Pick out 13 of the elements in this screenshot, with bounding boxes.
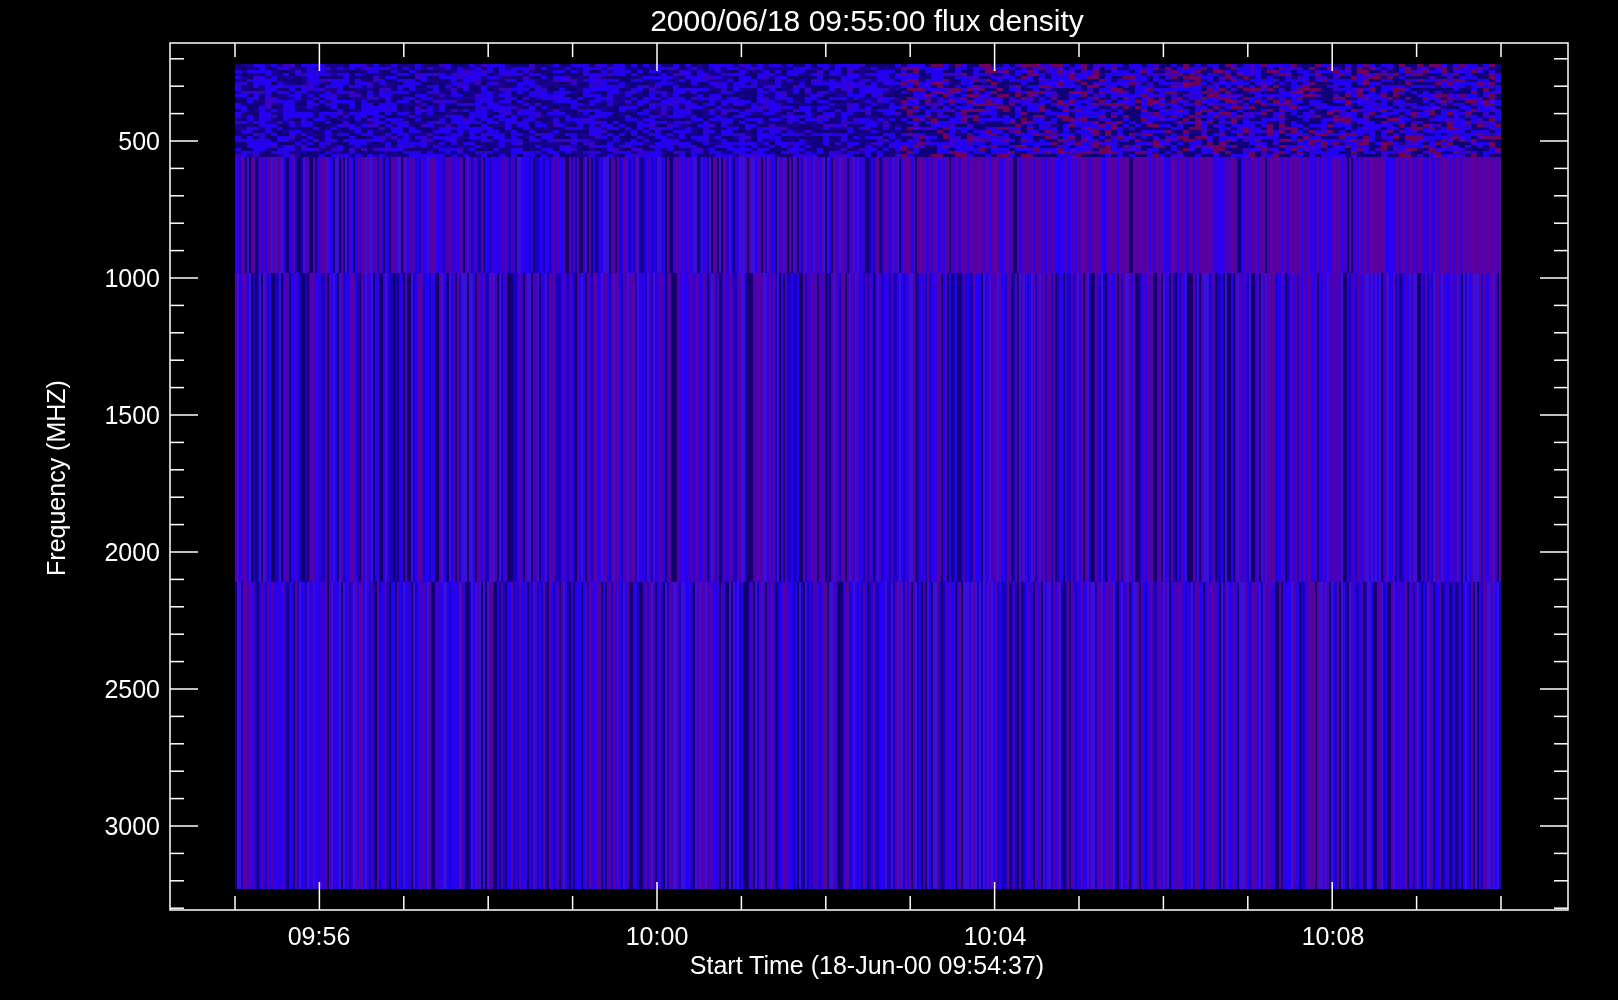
y-tick-label: 1000 [104,264,160,292]
y-axis-label: Frequency (MHZ) [42,380,70,576]
y-tick-label: 3000 [104,812,160,840]
y-tick-label: 2500 [104,675,160,703]
y-tick-label: 2000 [104,538,160,566]
y-tick-label: 1500 [104,401,160,429]
x-tick-label: 10:04 [963,922,1027,950]
x-tick-label: 10:08 [1301,922,1365,950]
plot-title: 2000/06/18 09:55:00 flux density [650,4,1084,37]
x-tick-label: 09:56 [287,922,351,950]
y-tick-label: 500 [118,127,160,155]
x-tick-label: 10:00 [625,922,689,950]
x-axis-label: Start Time (18-Jun-00 09:54:37) [689,951,1045,979]
